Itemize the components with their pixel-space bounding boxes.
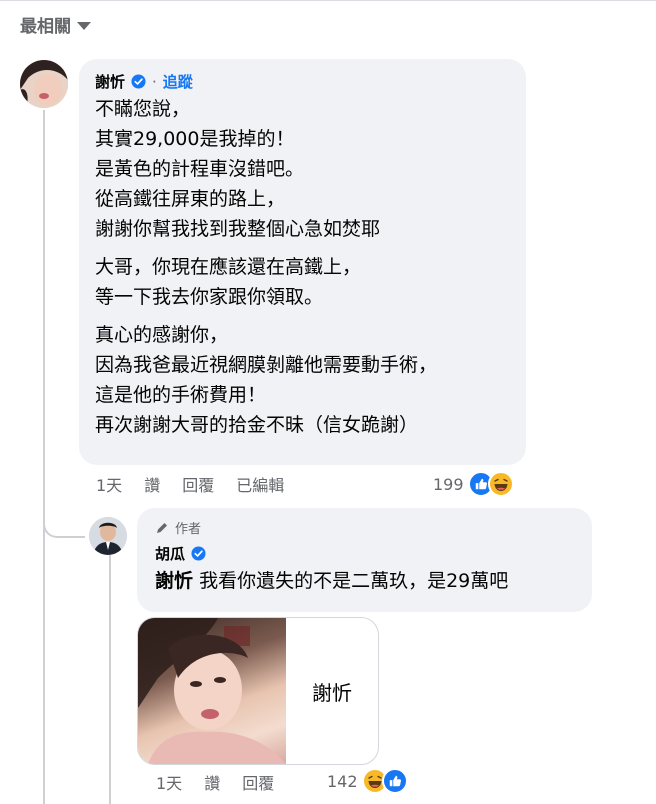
sort-label: 最相關	[20, 17, 71, 37]
comment-bubble: 謝忻 · 追蹤 不瞞您說， 其實29,000是我掉的！ 是黃色的計程車沒錯吧。 …	[79, 59, 526, 465]
reaction-count: 199	[433, 474, 464, 494]
reaction-summary[interactable]: 199	[433, 471, 514, 497]
comment-author[interactable]: 謝忻	[95, 71, 125, 92]
comment-text: 不瞞您說， 其實29,000是我掉的！ 是黃色的計程車沒錯吧。 從高鐵往屏東的路…	[95, 94, 512, 440]
follow-button[interactable]: 追蹤	[163, 71, 193, 92]
haha-reaction-icon	[487, 471, 514, 497]
comment-paragraph: 大哥，你現在應該還在高鐵上， 等一下我去你家跟你領取。	[95, 252, 512, 312]
verified-badge-icon	[191, 546, 206, 561]
reply-actions: 1天 讚 回覆	[156, 770, 296, 794]
reply-button[interactable]: 回覆	[182, 472, 214, 496]
mention-link[interactable]: 謝忻	[155, 570, 193, 592]
sticker-label: 謝忻	[312, 680, 352, 705]
comment-line: 是黃色的計程車沒錯吧。	[95, 158, 305, 180]
comment-actions: 1天 讚 回覆 已編輯	[96, 472, 306, 496]
thread-connector	[43, 510, 85, 538]
like-reaction-icon	[381, 768, 408, 794]
comment-line: 其實29,000是我掉的！	[95, 128, 295, 150]
comment-line: 等一下我去你家跟你領取。	[95, 286, 324, 308]
thread-line	[43, 110, 45, 804]
reply-message: 我看你遺失的不是二萬玖，是29萬吧	[199, 570, 509, 592]
like-button[interactable]: 讚	[204, 770, 220, 794]
caret-down-icon	[77, 22, 91, 30]
reply-text: 謝忻 我看你遺失的不是二萬玖，是29萬吧	[155, 566, 578, 596]
comment-line: 從高鐵往屏東的路上，	[95, 188, 286, 210]
pencil-icon	[157, 522, 167, 533]
verified-badge-icon	[131, 74, 146, 89]
reply-time[interactable]: 1天	[156, 770, 182, 794]
comment-line: 再次謝謝大哥的拾金不昧（信女跪謝）	[95, 414, 419, 436]
reply-thread-line	[109, 555, 111, 804]
author-role-label: 作者	[175, 522, 202, 537]
comment-line: 因為我爸最近視網膜剝離他需要動手術，	[95, 354, 438, 376]
comment-line: 這是他的手術費用！	[95, 384, 267, 406]
comment-line: 謝謝你幫我找到我整個心急如焚耶	[95, 218, 381, 240]
comment-time[interactable]: 1天	[96, 472, 122, 496]
like-button[interactable]: 讚	[144, 472, 160, 496]
reply-button[interactable]: 回覆	[242, 770, 274, 794]
comment-line: 大哥，你現在應該還在高鐵上，	[95, 256, 362, 278]
comment-line: 真心的感謝你，	[95, 324, 229, 346]
comment-paragraph: 不瞞您說， 其實29,000是我掉的！ 是黃色的計程車沒錯吧。 從高鐵往屏東的路…	[95, 94, 512, 244]
reply-bubble: 作者 胡瓜 謝忻 我看你遺失的不是二萬玖，是29萬吧	[137, 508, 592, 612]
comment-paragraph: 真心的感謝你， 因為我爸最近視網膜剝離他需要動手術， 這是他的手術費用！ 再次謝…	[95, 320, 512, 440]
reply-author[interactable]: 胡瓜	[155, 543, 185, 564]
sticker-attachment[interactable]: 謝忻	[137, 617, 379, 765]
avatar[interactable]	[20, 60, 68, 108]
reply-reaction-summary[interactable]: 142	[327, 768, 408, 794]
reaction-count: 142	[327, 771, 358, 791]
top-divider	[0, 0, 656, 1]
separator-dot: ·	[152, 72, 157, 91]
sticker-photo	[138, 618, 286, 764]
reply-avatar[interactable]	[89, 517, 127, 555]
comment-line: 不瞞您說，	[95, 98, 191, 120]
sort-dropdown[interactable]: 最相關	[20, 12, 91, 37]
edited-label: 已編輯	[236, 476, 285, 495]
